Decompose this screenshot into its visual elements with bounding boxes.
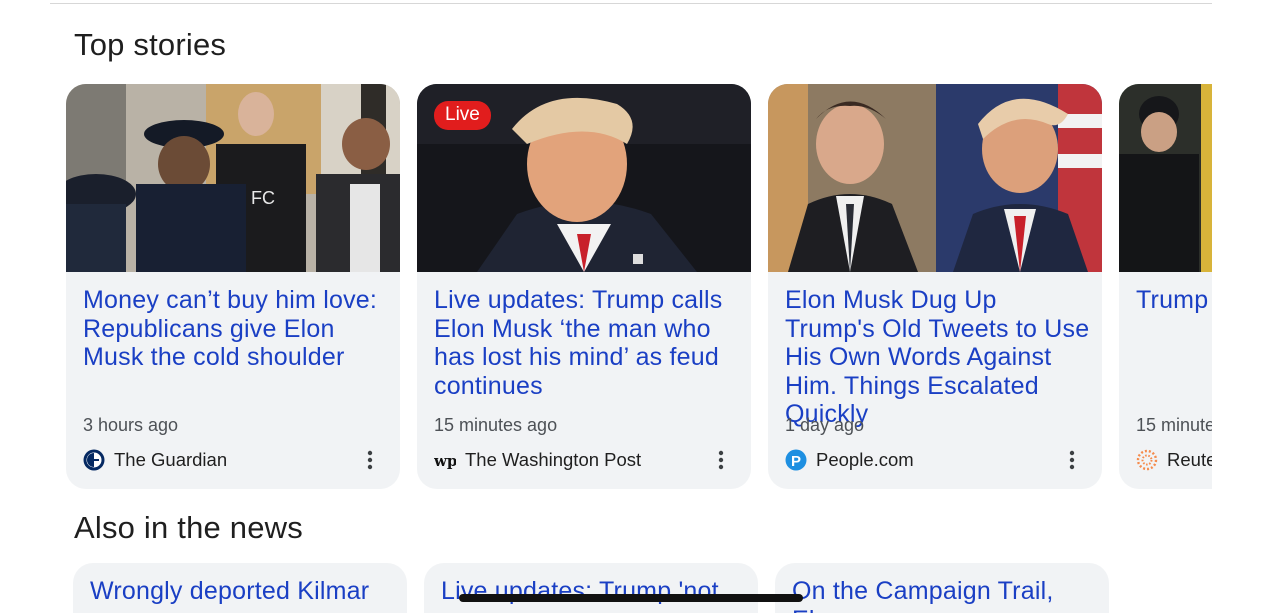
story-source[interactable]: wp The Washington Post [434, 448, 641, 472]
svg-text:FC: FC [251, 188, 275, 208]
story-card-4[interactable]: Trump i cut bill thinking 15 minute Reut… [1119, 84, 1212, 489]
people-logo-icon: P [785, 449, 807, 471]
story-source[interactable]: P People.com [785, 448, 914, 472]
home-indicator-bar[interactable] [459, 594, 803, 602]
more-options-icon[interactable] [1060, 448, 1084, 472]
story-time: 1 day ago [785, 415, 865, 435]
source-name: The Guardian [114, 449, 228, 470]
more-options-icon[interactable] [709, 448, 733, 472]
also-in-news-row[interactable]: Wrongly deported Kilmar Live updates: Tr… [73, 563, 1213, 613]
story-card-3[interactable]: Elon Musk Dug Up Trump's Old Tweets to U… [768, 84, 1102, 489]
guardian-logo-icon [83, 449, 105, 471]
news-headline[interactable]: On the Campaign Trail, Elon [792, 577, 1097, 613]
story-card-1[interactable]: FC Money can’t buy him love: Republicans… [66, 84, 400, 489]
top-stories-carousel[interactable]: FC Money can’t buy him love: Republicans… [66, 84, 1212, 490]
source-name: Reute [1167, 449, 1212, 470]
story-time: 15 minute [1136, 415, 1212, 435]
more-options-icon[interactable] [358, 448, 382, 472]
live-badge: Live [434, 101, 491, 130]
story-headline[interactable]: Trump i cut bill thinking [1136, 286, 1212, 315]
news-card-1[interactable]: Wrongly deported Kilmar [73, 563, 407, 613]
story-headline[interactable]: Money can’t buy him love: Republicans gi… [83, 286, 388, 372]
story-source[interactable]: The Guardian [83, 448, 227, 472]
story-source[interactable]: Reute [1136, 448, 1212, 472]
story-image[interactable]: FC [66, 84, 400, 272]
story-time: 15 minutes ago [434, 415, 558, 435]
source-name: The Washington Post [465, 449, 642, 470]
story-headline[interactable]: Live updates: Trump calls Elon Musk ‘the… [434, 286, 739, 400]
section-title-also-in-news: Also in the news [74, 510, 303, 545]
svg-text:wp: wp [434, 452, 456, 470]
source-name: People.com [816, 449, 914, 470]
story-image[interactable] [1119, 84, 1212, 272]
story-image[interactable] [768, 84, 1102, 272]
news-headline[interactable]: Wrongly deported Kilmar [90, 577, 395, 606]
story-time: 3 hours ago [83, 415, 179, 435]
washington-post-logo-icon: wp [434, 449, 456, 471]
story-image[interactable]: Live [417, 84, 751, 272]
news-card-3[interactable]: On the Campaign Trail, Elon [775, 563, 1109, 613]
story-card-2[interactable]: Live Live updates: Trump calls Elon Musk… [417, 84, 751, 489]
reuters-logo-icon [1136, 449, 1158, 471]
section-title-top-stories: Top stories [74, 27, 227, 62]
story-headline[interactable]: Elon Musk Dug Up Trump's Old Tweets to U… [785, 286, 1090, 429]
top-divider [50, 3, 1212, 4]
news-card-2[interactable]: Live updates: Trump 'not [424, 563, 758, 613]
svg-text:P: P [791, 453, 801, 470]
